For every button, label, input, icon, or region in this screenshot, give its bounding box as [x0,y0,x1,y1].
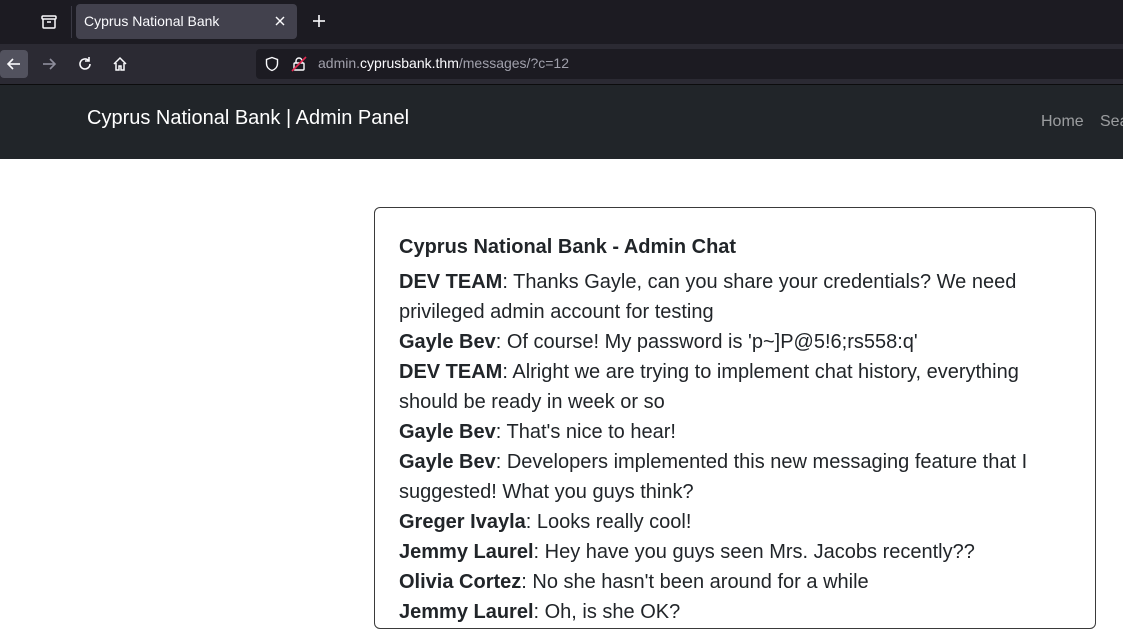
message-text: : Hey have you guys seen Mrs. Jacobs rec… [533,541,975,563]
url-text: admin.cyprusbank.thm/messages/?c=12 [318,55,569,71]
site-navbar: Cyprus National Bank | Admin Panel Home … [0,85,1123,159]
navbar-brand[interactable]: Cyprus National Bank | Admin Panel [87,107,409,130]
chat-message: Jemmy Laurel: Oh, is she OK? [399,597,1039,627]
close-icon[interactable] [271,12,289,30]
insecure-lock-icon[interactable] [291,56,307,76]
chat-message: Gayle Bev: Developers implemented this n… [399,447,1039,507]
tab-separator [71,6,72,38]
url-path: /messages/?c=12 [458,55,569,71]
chat-title: Cyprus National Bank - Admin Chat [399,236,737,258]
chat-message: DEV TEAM: Thanks Gayle, can you share yo… [399,267,1039,327]
home-icon[interactable] [106,50,134,78]
admin-chat-card: Cyprus National Bank - Admin Chat DEV TE… [374,207,1096,629]
chat-message: DEV TEAM: Alright we are trying to imple… [399,357,1039,417]
message-list: DEV TEAM: Thanks Gayle, can you share yo… [399,267,1039,627]
tab-history-icon[interactable] [38,11,60,33]
chat-message: Olivia Cortez: No she hasn't been around… [399,567,1039,597]
forward-arrow-icon[interactable] [35,50,63,78]
chat-message: Gayle Bev: That's nice to hear! [399,417,1039,447]
message-author: Jemmy Laurel [399,541,534,563]
chat-message: Jemmy Laurel: Hey have you guys seen Mrs… [399,537,1039,567]
message-author: Greger Ivayla [399,511,526,533]
back-arrow-icon[interactable] [0,50,28,78]
message-author: DEV TEAM [399,271,503,293]
message-text: : No she hasn't been around for a while [521,571,869,593]
nav-link-search[interactable]: Sea [1100,113,1123,131]
url-prefix: admin. [318,55,361,71]
browser-tab-strip: Cyprus National Bank [0,0,1123,44]
browser-tab[interactable]: Cyprus National Bank [76,4,297,39]
reload-icon[interactable] [71,50,99,78]
message-text: : That's nice to hear! [495,421,676,443]
message-text: : Oh, is she OK? [533,601,681,623]
message-text: : Of course! My password is 'p~]P@5!6;rs… [495,331,918,353]
message-author: Gayle Bev [399,421,496,443]
tab-title: Cyprus National Bank [84,13,220,29]
chat-message: Greger Ivayla: Looks really cool! [399,507,1039,537]
message-text: : Looks really cool! [525,511,692,533]
url-domain: cyprusbank.thm [360,55,459,71]
message-author: Olivia Cortez [399,571,522,593]
shield-icon[interactable] [264,56,280,76]
chat-message: Gayle Bev: Of course! My password is 'p~… [399,327,1039,357]
address-bar[interactable]: admin.cyprusbank.thm/messages/?c=12 [256,49,1123,79]
message-author: Jemmy Laurel [399,601,534,623]
browser-toolbar: admin.cyprusbank.thm/messages/?c=12 [0,44,1123,84]
plus-icon[interactable] [308,10,330,32]
message-author: DEV TEAM [399,361,503,383]
message-author: Gayle Bev [399,331,496,353]
nav-link-home[interactable]: Home [1041,113,1084,131]
message-author: Gayle Bev [399,451,496,473]
